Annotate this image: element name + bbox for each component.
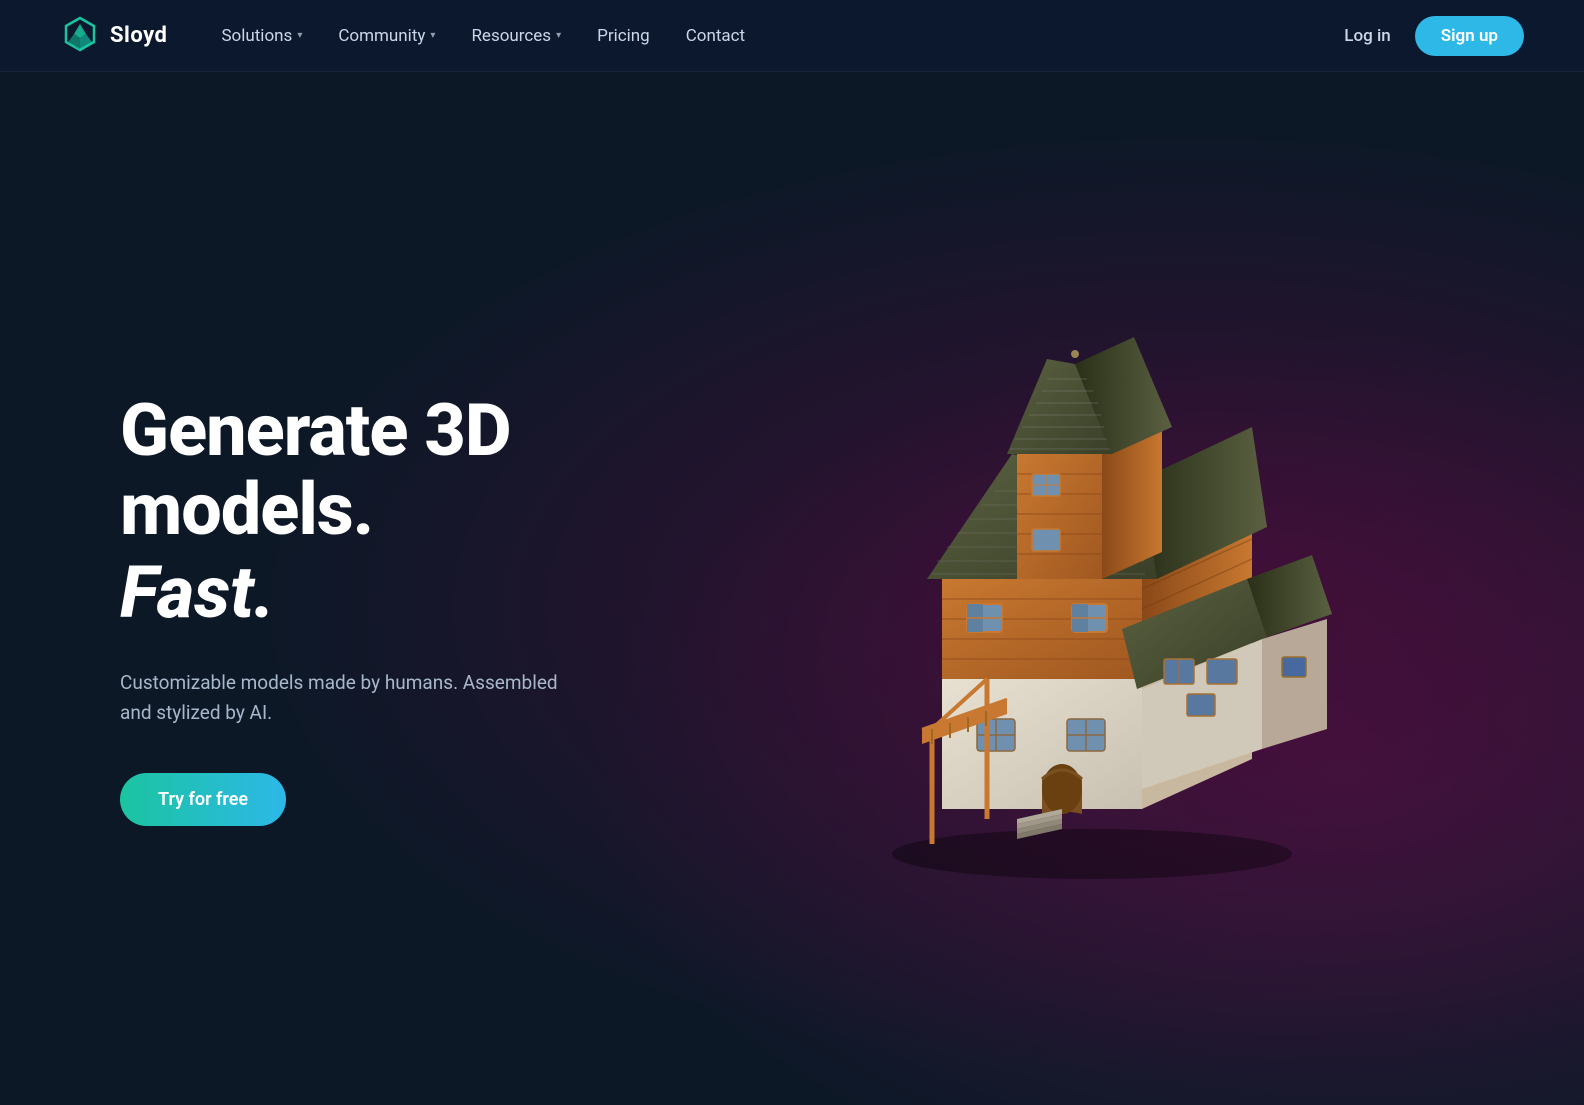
nav-item-contact[interactable]: Contact bbox=[672, 18, 759, 54]
nav-left: Sloyd Solutions ▾ Community ▾ Resources … bbox=[60, 16, 759, 56]
nav-item-resources[interactable]: Resources ▾ bbox=[457, 18, 575, 54]
hero-title-line1: Generate 3D models. bbox=[120, 391, 680, 549]
hero-section: Generate 3D models. Fast. Customizable m… bbox=[0, 72, 1584, 1105]
logo-icon bbox=[60, 16, 100, 56]
hero-visual bbox=[680, 289, 1504, 889]
hero-subtitle: Customizable models made by humans. Asse… bbox=[120, 668, 560, 729]
logo-link[interactable]: Sloyd bbox=[60, 16, 167, 56]
nav-item-community[interactable]: Community ▾ bbox=[324, 18, 449, 54]
try-for-free-button[interactable]: Try for free bbox=[120, 773, 286, 826]
nav-item-pricing[interactable]: Pricing bbox=[583, 18, 664, 54]
resources-chevron-icon: ▾ bbox=[556, 30, 561, 41]
nav-right: Log in Sign up bbox=[1344, 16, 1524, 56]
nav-links: Solutions ▾ Community ▾ Resources ▾ Pric… bbox=[207, 18, 759, 54]
hero-content: Generate 3D models. Fast. Customizable m… bbox=[120, 351, 680, 826]
signup-button[interactable]: Sign up bbox=[1415, 16, 1524, 56]
community-chevron-icon: ▾ bbox=[430, 30, 435, 41]
logo-text: Sloyd bbox=[110, 23, 167, 48]
navbar: Sloyd Solutions ▾ Community ▾ Resources … bbox=[0, 0, 1584, 72]
hero-title-line2: Fast. bbox=[120, 550, 680, 636]
solutions-chevron-icon: ▾ bbox=[297, 30, 302, 41]
login-button[interactable]: Log in bbox=[1344, 26, 1390, 46]
building-3d-model bbox=[832, 299, 1352, 879]
nav-item-solutions[interactable]: Solutions ▾ bbox=[207, 18, 316, 54]
